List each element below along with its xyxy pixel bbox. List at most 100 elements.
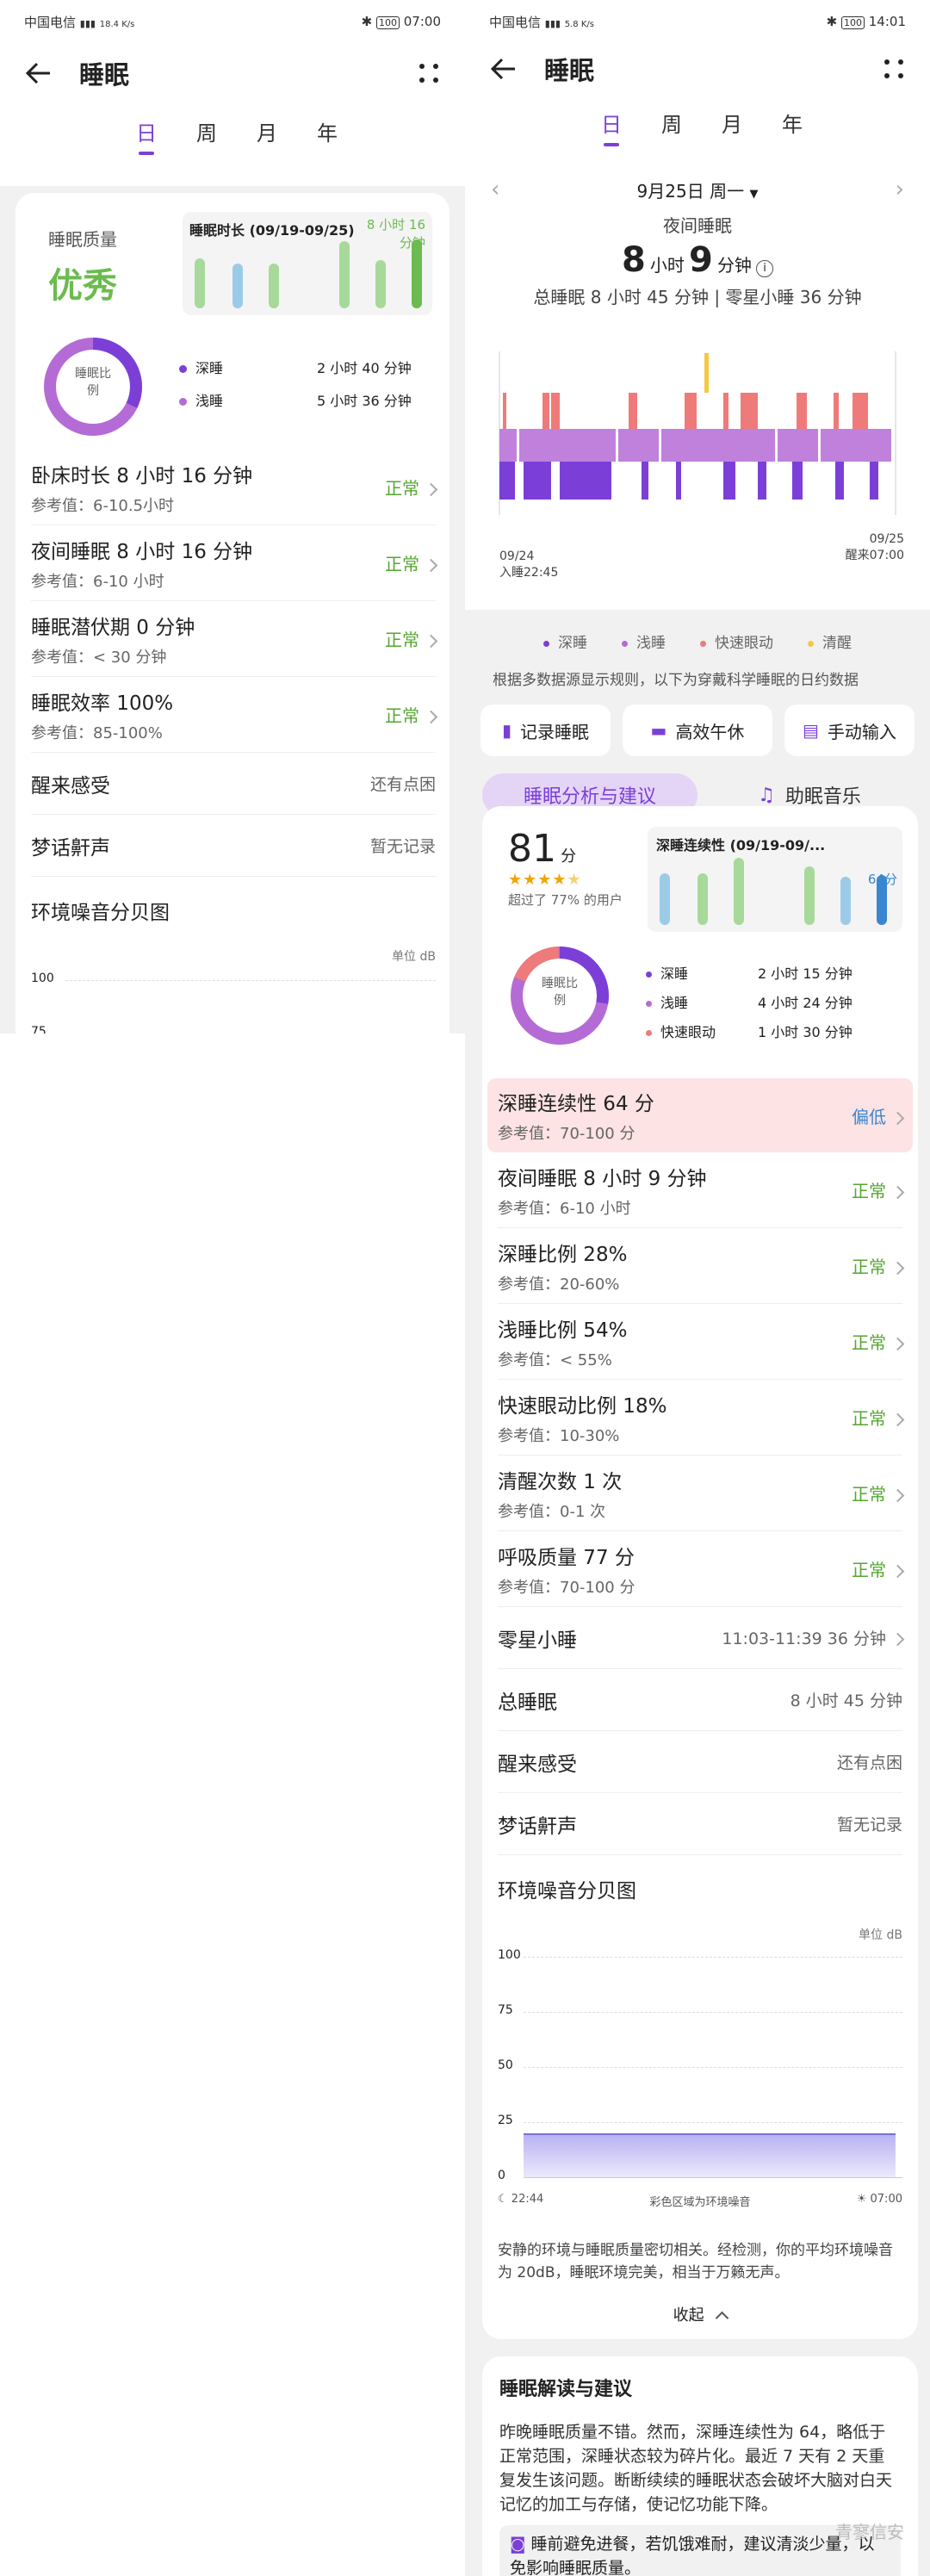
- duration-mini-chart[interactable]: 睡眠时长 (09/19-09/25) 8 小时 16 分钟: [183, 212, 432, 315]
- donut-center-label: 睡眠比例: [75, 367, 111, 398]
- bedtime-label: ☾ 22:44: [498, 2193, 544, 2206]
- quality-value: 优秀: [48, 266, 117, 306]
- row-value: 暂无记录: [836, 1816, 902, 1834]
- metric-row[interactable]: 夜间睡眠 8 小时 9 分钟 参考值：6-10 小时 正常: [498, 1152, 905, 1228]
- metric-title: 清醒次数 1 次: [498, 1470, 623, 1493]
- row-label: 总睡眠: [498, 1691, 557, 1714]
- more-icon[interactable]: [417, 61, 441, 85]
- hours-value: 8: [621, 240, 646, 280]
- signal-icon: ▮▮▮: [544, 17, 561, 29]
- metric-row[interactable]: 睡眠效率 100% 参考值：85-100% 正常: [31, 677, 438, 753]
- metric-row[interactable]: 浅睡比例 54% 参考值：< 55% 正常: [498, 1304, 905, 1380]
- right-metric-list: 深睡连续性 64 分参考值：70-100 分偏低 夜间睡眠 8 小时 9 分钟参…: [487, 1078, 913, 2325]
- tab-day[interactable]: 日: [116, 116, 177, 155]
- legend-deep: 深睡 2 小时 40 分钟: [179, 357, 437, 377]
- time: 07:00: [403, 14, 441, 29]
- action-buttons: ▮ 记录睡眠 ▬ 高效午休 ▤ 手动输入: [465, 689, 930, 756]
- metric-row[interactable]: 夜间睡眠 8 小时 16 分钟 参考值：6-10 小时 正常: [31, 525, 438, 601]
- simple-row[interactable]: 醒来感受 还有点困: [31, 753, 436, 815]
- metric-row[interactable]: 深睡比例 28% 参考值：20-60% 正常: [498, 1228, 905, 1304]
- tab-year[interactable]: 年: [762, 108, 822, 146]
- collapse-button[interactable]: 收起: [498, 2303, 902, 2325]
- noise-area: [524, 2133, 896, 2177]
- continuity-mini-chart[interactable]: 深睡连续性 (09/19-09/... 64分: [648, 827, 902, 932]
- date-nav: ‹ 9月25日 周一 ▼ ›: [465, 172, 930, 207]
- metric-status: 正常: [852, 1480, 905, 1505]
- status-bar: 中国电信 ▮▮▮ 18.4 K/s ✱ 100 07:00: [0, 0, 465, 43]
- row-value: 暂无记录: [369, 837, 436, 856]
- mini-bar: [840, 877, 851, 925]
- right-screen: 中国电信 ▮▮▮ 5.8 K/s ✱ 100 14:01 睡眠 日 周 月 年 …: [465, 0, 930, 2576]
- metric-ref: 参考值：6-10 小时: [498, 1199, 631, 1218]
- sofa-icon: ▬: [650, 720, 667, 741]
- period-tabs: 日 周 月 年: [0, 103, 465, 155]
- metric-title: 卧床时长 8 小时 16 分钟: [31, 464, 253, 487]
- next-day-icon[interactable]: ›: [896, 177, 904, 202]
- mins-unit: 分钟: [716, 255, 752, 276]
- nap-button[interactable]: ▬ 高效午休: [623, 705, 772, 756]
- metric-title: 睡眠潜伏期 0 分钟: [31, 616, 195, 639]
- sunrise-icon: ☀: [856, 2193, 867, 2206]
- metric-row-highlight[interactable]: 深睡连续性 64 分参考值：70-100 分 偏低: [487, 1078, 913, 1152]
- metric-ref: 参考值：85-100%: [31, 723, 163, 742]
- quality-label: 睡眠质量: [48, 229, 117, 250]
- row-value: 还有点困: [836, 1754, 902, 1772]
- tab-week[interactable]: 周: [642, 108, 702, 146]
- tab-day[interactable]: 日: [581, 108, 642, 146]
- legend-name: 浅睡: [195, 393, 224, 409]
- legend-deep: 深睡 2 小时 15 分钟: [646, 959, 896, 989]
- simple-row[interactable]: 梦话鼾声 暂无记录: [31, 815, 436, 877]
- metric-ref: 参考值：70-100 分: [498, 1578, 636, 1597]
- metric-row[interactable]: 清醒次数 1 次参考值：0-1 次 正常: [498, 1456, 905, 1531]
- record-sleep-button[interactable]: ▮ 记录睡眠: [480, 705, 611, 756]
- metric-title: 浅睡比例 54%: [498, 1319, 628, 1342]
- nap-row[interactable]: 零星小睡 11:03-11:39 36 分钟: [498, 1607, 905, 1669]
- moon-icon: ▮: [502, 720, 512, 741]
- mins-value: 9: [689, 240, 713, 280]
- simple-row[interactable]: 梦话鼾声 暂无记录: [498, 1793, 902, 1855]
- metric-row[interactable]: 快速眼动比例 18% 参考值：10-30% 正常: [498, 1380, 905, 1456]
- stage-legend: 深睡 浅睡 快速眼动 清醒: [465, 630, 930, 652]
- tab-year[interactable]: 年: [297, 116, 357, 155]
- night-duration: 8 小时 9 分钟 i: [465, 240, 930, 280]
- page-title: 睡眠: [544, 56, 595, 85]
- chevron-right-icon: [424, 634, 438, 649]
- y-tick: 25: [498, 2114, 513, 2127]
- simple-row[interactable]: 醒来感受 还有点困: [498, 1731, 902, 1793]
- date-selector[interactable]: 9月25日 周一 ▼: [637, 177, 759, 202]
- sleep-stage-timeline: [499, 351, 896, 515]
- legend-item: 清醒: [808, 630, 852, 652]
- mini-bar: [412, 239, 422, 308]
- prev-day-icon[interactable]: ‹: [491, 177, 499, 202]
- mini-bar: [375, 260, 386, 308]
- legend-rem: 快速眼动 1 小时 30 分钟: [646, 1018, 896, 1047]
- back-arrow-icon[interactable]: [24, 59, 53, 88]
- manual-input-button[interactable]: ▤ 手动输入: [784, 705, 914, 756]
- header: 睡眠: [0, 43, 465, 103]
- tab-month[interactable]: 月: [702, 108, 762, 146]
- metric-row[interactable]: 卧床时长 8 小时 16 分钟 参考值：6-10.5小时 正常: [31, 450, 438, 525]
- advice-title: 睡眠解读与建议: [499, 2379, 633, 2400]
- tab-week[interactable]: 周: [177, 116, 237, 155]
- noise-chart: 100 75 50 25 0 ☾ 22:44 彩色区域为环境噪音 ☀ 07:00: [498, 1943, 902, 2210]
- legend-item: 深睡: [543, 630, 587, 652]
- y-tick: 100: [31, 971, 54, 985]
- legend-value: 2 小时 40 分钟: [317, 360, 412, 376]
- rem-segments: [503, 393, 868, 429]
- noise-title: 环境噪音分贝图: [498, 1880, 636, 1903]
- metric-ref: 参考值：< 30 分钟: [31, 648, 167, 667]
- back-arrow-icon[interactable]: [489, 54, 518, 84]
- net-speed: 18.4 K/s: [99, 19, 135, 29]
- mini-bar: [734, 858, 744, 925]
- info-icon[interactable]: i: [756, 260, 774, 277]
- metric-status: 正常: [385, 702, 438, 727]
- metric-row[interactable]: 睡眠潜伏期 0 分钟参考值：< 30 分钟 正常: [31, 601, 438, 677]
- metric-row[interactable]: 呼吸质量 77 分参考值：70-100 分 正常: [498, 1531, 905, 1607]
- lamp-icon: ◙: [510, 2535, 526, 2554]
- y-tick: 75: [31, 1025, 46, 1034]
- score-unit: 分: [561, 847, 577, 866]
- tab-month[interactable]: 月: [237, 116, 297, 155]
- metric-status: 正常: [385, 626, 438, 651]
- metric-status: 正常: [852, 1405, 905, 1430]
- more-icon[interactable]: [882, 57, 906, 81]
